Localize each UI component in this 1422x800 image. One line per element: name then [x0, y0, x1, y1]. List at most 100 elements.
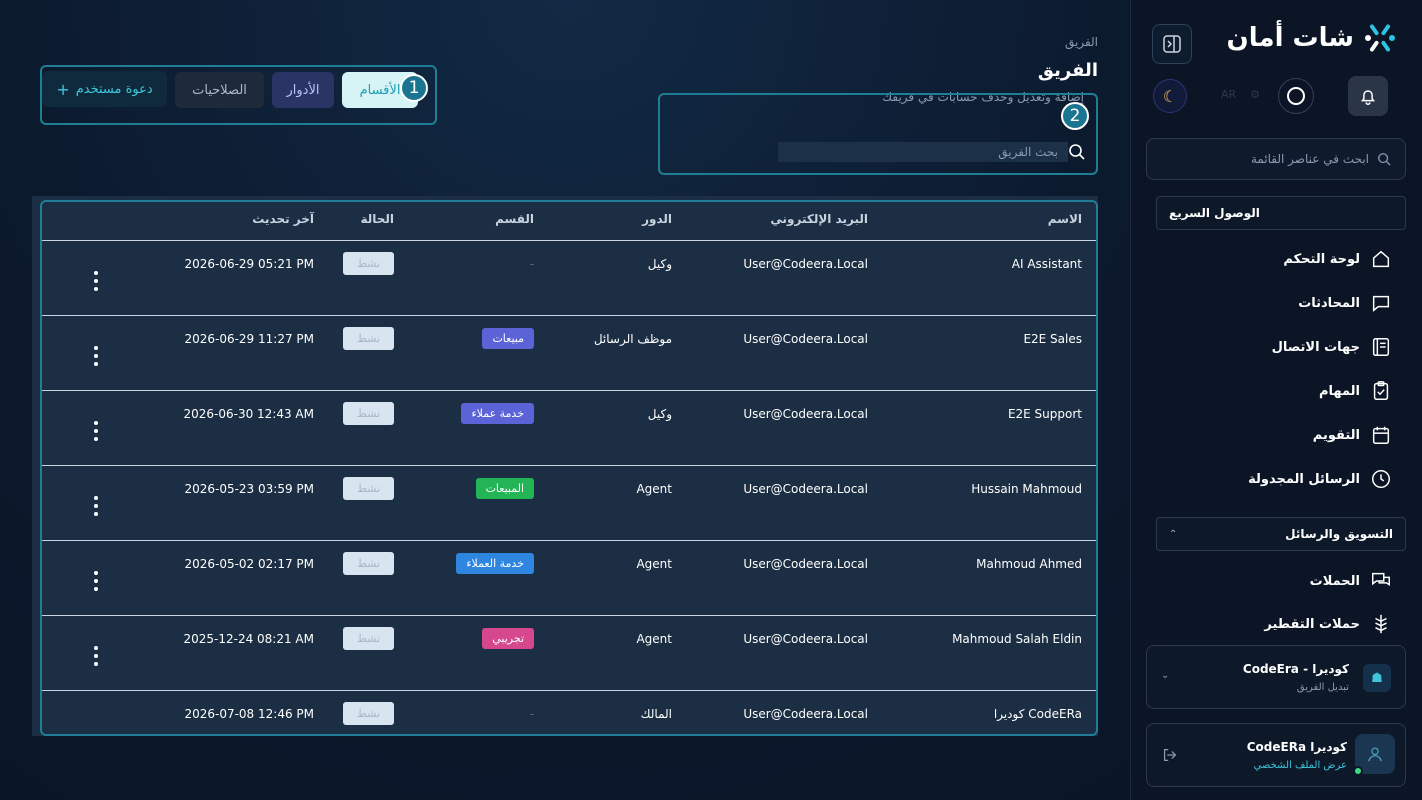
- view-profile-link[interactable]: عرض الملف الشخصي: [1254, 760, 1347, 771]
- sidebar-item-campaigns[interactable]: الحملات: [1310, 566, 1392, 596]
- cell-department: المبيعات: [475, 478, 534, 499]
- profile-name: كوديرا CodeERa: [1246, 740, 1347, 754]
- logo-mark-icon: [1365, 24, 1395, 52]
- cell-department: خدمة العملاء: [456, 553, 534, 574]
- sidebar-item-tasks[interactable]: المهام: [1319, 376, 1392, 406]
- row-menu-icon[interactable]: [92, 496, 100, 516]
- cell-updated: 2026-05-23 03:59 PM: [184, 482, 314, 496]
- team-name: كوديرا - CodeEra: [1242, 662, 1349, 676]
- chat-icon: [1372, 295, 1390, 312]
- sidebar-search-placeholder: ابحث في عناصر القائمة: [1250, 152, 1369, 166]
- team-switcher[interactable]: ☗ كوديرا - CodeEra تبديل الفريق ⌄: [1146, 645, 1406, 709]
- row-menu-icon[interactable]: [92, 421, 100, 441]
- team-switch-label: تبديل الفريق: [1296, 682, 1349, 693]
- cell-department: مبيعات: [482, 328, 534, 349]
- collapse-sidebar-button[interactable]: [1152, 24, 1192, 64]
- team-search-placeholder: بحث الفريق: [998, 145, 1058, 159]
- cell-status: نشط: [343, 477, 394, 500]
- team-search-input[interactable]: بحث الفريق: [778, 142, 1068, 162]
- cell-role: موظف الرسائل: [593, 332, 672, 346]
- cell-email: User@Codeera.Local: [743, 257, 868, 271]
- theme-toggle-button[interactable]: ☾: [1150, 76, 1190, 116]
- table-row[interactable]: Mahmoud Ahmed User@Codeera.Local Agent خ…: [40, 541, 1098, 616]
- status-badge: نشط: [343, 402, 394, 425]
- department-badge: مبيعات: [482, 328, 534, 349]
- sidebar-item-drip-campaigns[interactable]: حملات التقطير: [1264, 609, 1392, 639]
- row-menu-icon[interactable]: [92, 346, 100, 366]
- table-row[interactable]: E2E Sales User@Codeera.Local موظف الرسائ…: [40, 316, 1098, 391]
- faint-icons: AR ⚙: [1221, 88, 1260, 101]
- cell-status: نشط: [343, 702, 394, 725]
- cell-role: Agent: [636, 632, 672, 646]
- chevron-up-icon: ⌃: [1169, 528, 1178, 540]
- table-row[interactable]: Mahmoud Salah Eldin User@Codeera.Local A…: [40, 616, 1098, 691]
- profile-card[interactable]: كوديرا CodeERa عرض الملف الشخصي: [1146, 723, 1406, 787]
- team-search-box: [658, 93, 1098, 175]
- cell-status: نشط: [343, 552, 394, 575]
- marketing-section-label: التسويق والرسائل: [1285, 527, 1393, 541]
- row-menu-icon[interactable]: [92, 271, 100, 291]
- quick-access-header[interactable]: الوصول السريع: [1156, 196, 1406, 230]
- quick-access-label: الوصول السريع: [1169, 206, 1260, 220]
- header-updated[interactable]: آخر تحديث: [252, 212, 314, 226]
- chevron-down-icon: ⌄: [1161, 670, 1170, 681]
- logo[interactable]: شات أمان: [1227, 20, 1398, 56]
- settings-icon[interactable]: ⚙: [1250, 88, 1260, 101]
- calendar-icon: [1372, 426, 1390, 444]
- table-row[interactable]: AI Assistant User@Codeera.Local وكيل - ن…: [40, 241, 1098, 316]
- cell-email: User@Codeera.Local: [743, 557, 868, 571]
- page-title: الفريق: [1037, 60, 1098, 81]
- notifications-button[interactable]: [1348, 76, 1388, 116]
- cell-name: E2E Sales: [1023, 332, 1082, 346]
- breadcrumb[interactable]: الفريق: [1065, 35, 1098, 49]
- row-menu-icon[interactable]: [92, 571, 100, 591]
- logout-icon[interactable]: [1161, 746, 1179, 764]
- header-name[interactable]: الاسم: [1048, 212, 1082, 226]
- sidebar-search-input[interactable]: ابحث في عناصر القائمة: [1146, 138, 1406, 180]
- status-toggle-button[interactable]: [1276, 76, 1316, 116]
- clock-icon: [1372, 470, 1390, 488]
- cell-role: وكيل: [647, 257, 672, 271]
- cell-updated: 2025-12-24 08:21 AM: [183, 632, 314, 646]
- cell-updated: 2026-05-02 02:17 PM: [184, 557, 314, 571]
- row-menu-icon[interactable]: [92, 646, 100, 666]
- language-label[interactable]: AR: [1221, 88, 1236, 101]
- sidebar-item-calendar[interactable]: التقويم: [1313, 420, 1392, 450]
- invite-user-button[interactable]: دعوة مستخدم +: [42, 71, 167, 107]
- header-email[interactable]: البريد الإلكتروني: [770, 212, 868, 226]
- sidebar-item-scheduled-messages[interactable]: الرسائل المجدولة: [1248, 464, 1392, 494]
- logo-text: شات أمان: [1226, 23, 1354, 53]
- sidebar-item-label: الحملات: [1309, 573, 1360, 589]
- table-row[interactable]: Hussain Mahmoud User@Codeera.Local Agent…: [40, 466, 1098, 541]
- sidebar-item-label: الرسائل المجدولة: [1248, 471, 1360, 487]
- table-row[interactable]: E2E Support User@Codeera.Local وكيل خدمة…: [40, 391, 1098, 466]
- cell-updated: 2026-06-29 11:27 PM: [184, 332, 314, 346]
- sidebar-item-dashboard[interactable]: لوحة التحكم: [1283, 244, 1392, 274]
- cell-updated: 2026-07-08 12:46 PM: [184, 707, 314, 721]
- moon-icon: ☾: [1153, 79, 1187, 113]
- table-header: الاسم البريد الإلكتروني الدور القسم الحا…: [40, 200, 1098, 241]
- cell-email: User@Codeera.Local: [743, 707, 868, 721]
- sidebar-item-conversations[interactable]: المحادثات: [1298, 288, 1392, 318]
- cell-role: Agent: [636, 557, 672, 571]
- permissions-button[interactable]: الصلاحيات: [175, 72, 264, 108]
- cell-department-empty: -: [529, 257, 534, 271]
- cell-updated: 2026-06-30 12:43 AM: [183, 407, 314, 421]
- roles-button[interactable]: الأدوار: [272, 72, 334, 108]
- status-badge: نشط: [343, 327, 394, 350]
- table-row[interactable]: كوديرا CodeERa User@Codeera.Local المالك…: [40, 691, 1098, 735]
- cell-updated: 2026-06-29 05:21 PM: [184, 257, 314, 271]
- cell-email: User@Codeera.Local: [743, 632, 868, 646]
- search-icon: [1378, 153, 1391, 166]
- cell-name: AI Assistant: [1011, 257, 1082, 271]
- sidebar-item-contacts[interactable]: جهات الاتصال: [1272, 332, 1392, 362]
- header-department[interactable]: القسم: [495, 212, 534, 226]
- header-role[interactable]: الدور: [642, 212, 672, 226]
- invite-user-label: دعوة مستخدم: [75, 81, 153, 97]
- online-status-dot: [1353, 766, 1363, 776]
- department-badge: خدمة العملاء: [456, 553, 534, 574]
- marketing-section-header[interactable]: التسويق والرسائل ⌃: [1156, 517, 1406, 551]
- cell-department: خدمة عملاء: [461, 403, 534, 424]
- header-status[interactable]: الحالة: [360, 212, 394, 226]
- department-badge: خدمة عملاء: [461, 403, 534, 424]
